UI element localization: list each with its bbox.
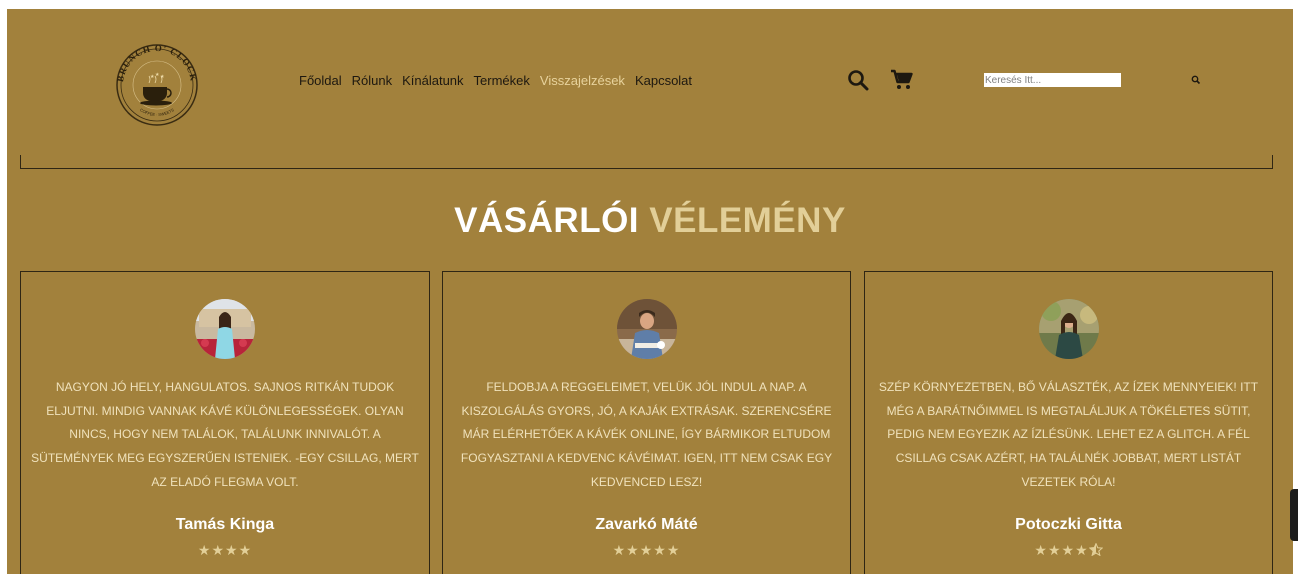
avatar: [1038, 299, 1099, 359]
star-icon: ★: [639, 542, 654, 558]
main-nav: Főoldal Rólunk Kínálatunk Termékek Vissz…: [299, 73, 702, 89]
star-icon: ★: [1047, 542, 1062, 558]
review-text: SZÉP KÖRNYEZETBEN, BŐ VÁLASZTÉK, AZ ÍZEK…: [878, 380, 1259, 489]
reviewer-name: Potoczki Gitta: [1015, 516, 1122, 533]
star-icon: ★: [238, 542, 253, 558]
star-icon: ★: [225, 542, 239, 558]
search-submit-icon[interactable]: [1190, 74, 1202, 86]
nav-item-fooldal[interactable]: Főoldal: [299, 73, 342, 89]
section-title: VÁSÁRLÓI VÉLEMÉNY: [7, 201, 1293, 241]
divider-box: [20, 155, 1273, 169]
reviewer-name: Zavarkó Máté: [595, 516, 698, 533]
review-card: FELDOBJA A REGGELEIMET, VELÜK JÓL INDUL …: [442, 271, 851, 574]
star-icon: ★: [197, 542, 212, 558]
svg-text:COFFEE · SWEETS: COFFEE · SWEETS: [139, 107, 175, 117]
avatar: [616, 299, 677, 359]
nav-item-kapcsolat[interactable]: Kapcsolat: [635, 73, 692, 89]
review-text: FELDOBJA A REGGELEIMET, VELÜK JÓL INDUL …: [460, 380, 833, 489]
review-card: SZÉP KÖRNYEZETBEN, BŐ VÁLASZTÉK, AZ ÍZEK…: [864, 271, 1273, 574]
brand-logo[interactable]: BRUNCH O' CLOCK COFFEE · SWEETS ★ ★ ★: [109, 31, 205, 137]
search-input[interactable]: [984, 73, 1121, 87]
nav-item-termekek[interactable]: Termékek: [474, 73, 530, 89]
section-title-part2: VÉLEMÉNY: [649, 201, 846, 240]
star-icon: ★: [626, 542, 640, 558]
nav-item-rolunk[interactable]: Rólunk: [352, 73, 392, 89]
star-rating: ★★★★★: [443, 542, 850, 559]
star-icon: ★: [1075, 542, 1089, 558]
star-rating: ★★★★: [865, 542, 1272, 559]
nav-item-kinalatunk[interactable]: Kínálatunk: [402, 73, 463, 89]
section-title-part1: VÁSÁRLÓI: [454, 201, 640, 240]
review-card: NAGYON JÓ HELY, HANGULATOS. SAJNOS RITKÁ…: [20, 271, 430, 574]
star-rating: ★★★★: [21, 542, 429, 559]
cart-icon[interactable]: [890, 69, 914, 91]
star-icon: ★: [1061, 542, 1076, 558]
star-icon: ★: [666, 542, 681, 558]
svg-text:★: ★: [160, 74, 165, 80]
star-icon: ★: [211, 542, 225, 558]
half-star-icon: [1088, 542, 1104, 557]
side-scroll-tab[interactable]: [1290, 489, 1298, 541]
review-text: NAGYON JÓ HELY, HANGULATOS. SAJNOS RITKÁ…: [31, 380, 419, 489]
logo-bottom-text: COFFEE · SWEETS: [139, 107, 175, 117]
reviewer-name: Tamás Kinga: [175, 516, 275, 533]
search-icon[interactable]: [847, 69, 869, 91]
star-icon: ★: [612, 542, 627, 558]
nav-item-visszajelzesek[interactable]: Visszajelzések: [540, 73, 625, 89]
page-frame: BRUNCH O' CLOCK COFFEE · SWEETS ★ ★ ★ Fő…: [7, 9, 1293, 574]
avatar: [195, 299, 255, 359]
star-icon: ★: [653, 542, 667, 558]
star-icon: ★: [1034, 542, 1048, 558]
